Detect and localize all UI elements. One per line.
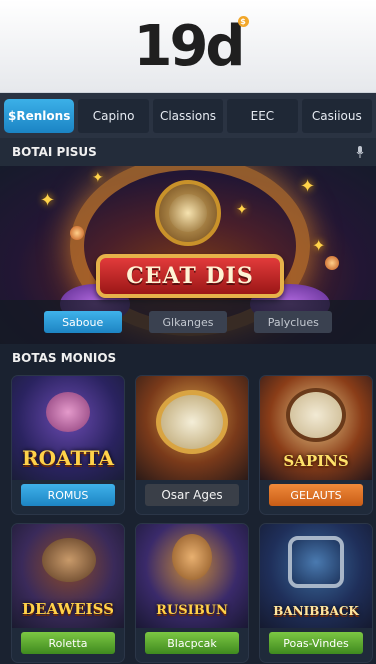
logo-coin-icon: $ — [237, 15, 249, 27]
roletta-button[interactable]: Roletta — [21, 632, 115, 654]
app-header: 19d $ — [0, 0, 376, 92]
blacpcak-button[interactable]: Blacpcak — [145, 632, 239, 654]
game-title: DEAWEISS — [22, 600, 114, 618]
game-card-rusibun[interactable]: RUSIBUN Blacpcak — [136, 524, 248, 662]
star-icon: ✦ — [312, 236, 326, 255]
game-thumbnail: DEAWEISS — [12, 524, 124, 628]
game-card-sapins[interactable]: SAPINS GELAUTS — [260, 376, 372, 514]
game-card-osar-ages[interactable]: Osar Ages — [136, 376, 248, 514]
star-icon: ✦ — [40, 190, 56, 211]
banner-title-plate: CEAT DIS — [96, 254, 284, 298]
games-section-title: BOTAS MONIOS — [0, 344, 376, 372]
romus-button[interactable]: ROMUS — [21, 484, 115, 506]
game-title: BANIBBACK — [273, 604, 359, 618]
gelauts-button[interactable]: GELAUTS — [269, 484, 363, 506]
tab-renlons[interactable]: $Renlons — [4, 98, 75, 133]
orb-icon — [325, 256, 339, 270]
tab-casiious[interactable]: Casiious — [301, 98, 373, 133]
poas-vindes-button[interactable]: Poas-Vindes — [269, 632, 363, 654]
featured-section-title: BOTAI PISUS — [12, 145, 97, 159]
glkanges-button[interactable]: Glkanges — [148, 311, 227, 333]
featured-banner[interactable]: ✦ ✦ ✦ ✦ ✦ CEAT DIS Saboue Glkanges Palyc… — [0, 166, 376, 344]
game-title: RUSIBUN — [156, 603, 228, 618]
game-title: ROATTA — [22, 446, 114, 470]
game-title: SAPINS — [283, 452, 349, 470]
star-icon: ✦ — [92, 170, 104, 186]
game-card-banibback[interactable]: BANIBBACK Poas-Vindes — [260, 524, 372, 662]
crest-emblem-icon — [155, 180, 221, 246]
star-icon: ✦ — [300, 176, 316, 197]
saboue-button[interactable]: Saboue — [43, 311, 122, 333]
mic-icon[interactable] — [354, 145, 366, 159]
game-thumbnail — [136, 376, 248, 480]
games-grid: ROATTA ROMUS Osar Ages SAPINS GELAUTS DE… — [0, 372, 376, 662]
banner-title: CEAT DIS — [126, 263, 254, 289]
palyclues-button[interactable]: Palyclues — [254, 311, 333, 333]
game-card-deaweiss[interactable]: DEAWEISS Roletta — [12, 524, 124, 662]
game-thumbnail: RUSIBUN — [136, 524, 248, 628]
banner-controls: Saboue Glkanges Palyclues — [0, 300, 376, 344]
game-thumbnail: BANIBBACK — [260, 524, 372, 628]
game-thumbnail: SAPINS — [260, 376, 372, 480]
osar-ages-button[interactable]: Osar Ages — [145, 484, 239, 506]
game-card-roatta[interactable]: ROATTA ROMUS — [12, 376, 124, 514]
tab-capino[interactable]: Capino — [78, 98, 149, 133]
tab-eec[interactable]: EEC — [227, 98, 298, 133]
tab-classions[interactable]: Classions — [152, 98, 224, 133]
game-thumbnail: ROATTA — [12, 376, 124, 480]
app-logo[interactable]: 19d $ — [133, 13, 249, 79]
category-tabs: $Renlons Capino Classions EEC Casiious — [0, 92, 376, 138]
star-icon: ✦ — [236, 202, 248, 218]
logo-text: 19d — [133, 13, 245, 79]
featured-section-header: BOTAI PISUS — [0, 138, 376, 166]
orb-icon — [70, 226, 84, 240]
